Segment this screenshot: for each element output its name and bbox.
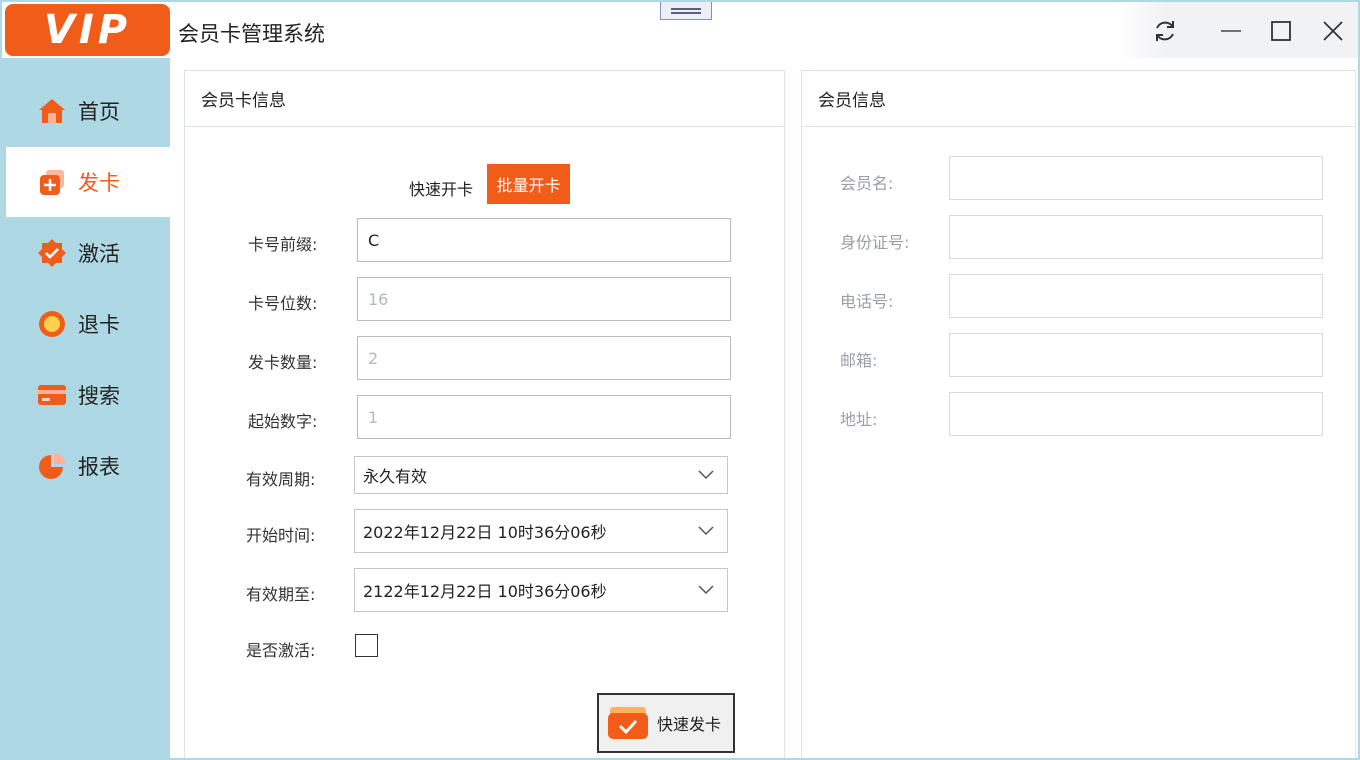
- card-prefix-label: 卡号前缀:: [248, 235, 318, 254]
- card-count-label: 发卡数量:: [248, 353, 318, 372]
- member-info-title: 会员信息: [802, 71, 1355, 127]
- chevron-down-icon: [698, 585, 714, 595]
- activate-checkbox[interactable]: [355, 634, 378, 657]
- refresh-button[interactable]: [1148, 14, 1182, 48]
- maximize-icon: [1271, 21, 1291, 41]
- chevron-down-icon: [698, 526, 714, 536]
- sidebar: 首页 发卡 激活 退卡 搜索 报表: [2, 58, 170, 758]
- card-count-input[interactable]: 2: [357, 336, 731, 380]
- card-info-panel: 会员卡信息 快速开卡 批量开卡 卡号前缀: C 卡号位数: 16 发卡数量: 2…: [184, 70, 785, 758]
- card-check-icon: [608, 707, 648, 739]
- sidebar-item-label: 首页: [78, 100, 120, 124]
- sidebar-item-label: 激活: [78, 242, 120, 266]
- logo-text: VIP: [43, 7, 132, 53]
- activate-label: 是否激活:: [246, 641, 316, 660]
- expire-date-picker[interactable]: 2122年12月22日 10时36分06秒: [354, 568, 728, 612]
- quick-issue-button[interactable]: 快速发卡: [597, 693, 735, 753]
- id-number-input[interactable]: [949, 215, 1323, 259]
- vip-logo: VIP: [5, 4, 170, 56]
- email-input[interactable]: [949, 333, 1323, 377]
- window-controls: [1118, 2, 1358, 58]
- sidebar-item-search[interactable]: 搜索: [6, 360, 170, 430]
- chevron-down-icon: [698, 470, 714, 480]
- validity-period-select[interactable]: 永久有效: [354, 456, 728, 494]
- drag-handle[interactable]: [660, 2, 712, 20]
- phone-label: 电话号:: [840, 292, 894, 311]
- card-info-title: 会员卡信息: [185, 71, 784, 127]
- sidebar-item-return-card[interactable]: 退卡: [6, 289, 170, 359]
- member-name-input[interactable]: [949, 156, 1323, 200]
- add-card-icon: [36, 166, 68, 198]
- tab-batch-open[interactable]: 批量开卡: [487, 164, 570, 204]
- sidebar-item-label: 退卡: [78, 313, 120, 337]
- card-digits-input[interactable]: 16: [357, 277, 731, 321]
- close-button[interactable]: [1316, 14, 1350, 48]
- card-digits-label: 卡号位数:: [248, 294, 318, 313]
- start-time-value: 2022年12月22日 10时36分06秒: [363, 523, 607, 542]
- refresh-icon: [1156, 21, 1174, 41]
- home-icon: [36, 95, 68, 127]
- start-number-label: 起始数字:: [248, 412, 318, 431]
- expire-label: 有效期至:: [246, 585, 316, 604]
- sidebar-item-home[interactable]: 首页: [6, 76, 170, 146]
- sidebar-item-activate[interactable]: 激活: [6, 218, 170, 288]
- email-label: 邮箱:: [840, 351, 878, 370]
- sidebar-item-issue-card[interactable]: 发卡: [6, 147, 170, 217]
- expire-date-value: 2122年12月22日 10时36分06秒: [363, 582, 607, 601]
- sidebar-item-label: 搜索: [78, 384, 120, 408]
- start-time-label: 开始时间:: [246, 526, 316, 545]
- app-window: VIP 会员卡管理系统 首页 发卡 激活 退卡 搜索 报表 会员卡信息 快速开卡…: [2, 2, 1358, 758]
- title-bar: VIP 会员卡管理系统: [2, 2, 1358, 58]
- card-search-icon: [36, 379, 68, 411]
- close-icon: [1323, 21, 1343, 41]
- phone-input[interactable]: [949, 274, 1323, 318]
- sidebar-item-label: 发卡: [78, 171, 120, 195]
- quick-issue-label: 快速发卡: [657, 715, 722, 734]
- check-badge-icon: [36, 237, 68, 269]
- validity-period-label: 有效周期:: [246, 470, 316, 489]
- id-number-label: 身份证号:: [840, 233, 910, 252]
- card-prefix-input[interactable]: C: [357, 218, 731, 262]
- sidebar-item-report[interactable]: 报表: [6, 431, 170, 501]
- tab-quick-open[interactable]: 快速开卡: [409, 171, 473, 205]
- pie-chart-icon: [36, 450, 68, 482]
- minimize-icon: [1221, 30, 1241, 32]
- sidebar-item-label: 报表: [78, 455, 120, 479]
- member-name-label: 会员名:: [840, 174, 894, 193]
- member-info-panel: 会员信息 会员名: 身份证号: 电话号: 邮箱: 地址:: [801, 70, 1356, 758]
- start-number-input[interactable]: 1: [357, 395, 731, 439]
- maximize-button[interactable]: [1264, 14, 1298, 48]
- address-input[interactable]: [949, 392, 1323, 436]
- address-label: 地址:: [840, 410, 878, 429]
- minimize-button[interactable]: [1214, 14, 1248, 48]
- start-time-picker[interactable]: 2022年12月22日 10时36分06秒: [354, 509, 728, 553]
- app-title: 会员卡管理系统: [178, 22, 325, 46]
- return-icon: [36, 308, 68, 340]
- validity-period-value: 永久有效: [363, 467, 428, 486]
